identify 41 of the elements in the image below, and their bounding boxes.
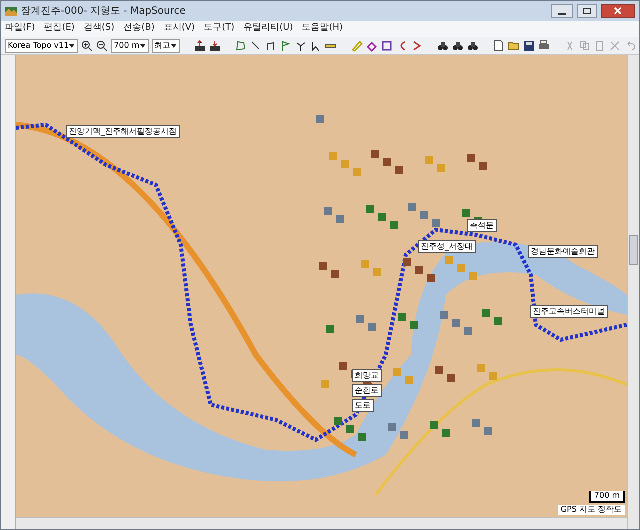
gps-accuracy-label: GPS 지도 정확도 <box>558 505 625 515</box>
new-file-icon[interactable] <box>492 38 505 53</box>
zoom-scale-dropdown[interactable]: 700 m <box>111 38 149 52</box>
minimize-icon <box>558 13 566 15</box>
menu-item[interactable]: 전송(B) <box>124 22 155 36</box>
waypoint-label[interactable]: 도로 <box>352 399 374 412</box>
waypoint-label[interactable]: 진주고속버스터미널 <box>530 305 608 318</box>
horizontal-scrollbar[interactable] <box>16 517 627 529</box>
detail-dropdown[interactable]: 최고 <box>152 38 180 52</box>
save-icon[interactable] <box>522 38 535 53</box>
waypoint-label[interactable]: 경남문화예술회관 <box>528 245 598 258</box>
window-title: 장계진주-000- 지형도 - MapSource <box>21 4 186 18</box>
waypoint-label[interactable]: 촉석문 <box>467 219 497 232</box>
menu-item[interactable]: 파일(F) <box>5 22 36 36</box>
close-icon <box>614 7 622 15</box>
menu-item[interactable]: 유틸리티(U) <box>244 22 294 36</box>
waypoint-label[interactable]: 진주성_서장대 <box>418 240 476 253</box>
minimize-button[interactable] <box>551 4 573 18</box>
map-view[interactable]: 진양기맥_진주해서필정공시점 촉석문 진주성_서장대 경남문화예술회관 진주고속버스터미널 희망교 순환로 도로 700 m GPS 지도 정확도 <box>16 55 627 517</box>
upload-icon[interactable] <box>194 38 206 53</box>
map-product-dropdown[interactable]: Korea Topo v11 <box>5 38 78 52</box>
maximize-button[interactable] <box>577 4 597 18</box>
close-button[interactable] <box>601 4 635 18</box>
menu-item[interactable]: 도움말(H) <box>302 22 344 36</box>
menu-item[interactable]: 도구(T) <box>204 22 235 36</box>
download-icon[interactable] <box>208 38 221 53</box>
map-app-icon <box>5 5 17 17</box>
menu-item[interactable]: 편집(E) <box>44 22 75 36</box>
waypoint-label[interactable]: 순환로 <box>352 384 382 397</box>
caret-icon <box>140 44 146 48</box>
zoom-out-icon[interactable] <box>96 38 108 53</box>
menu-item[interactable]: 표시(V) <box>164 22 196 36</box>
menu-item[interactable]: 검색(S) <box>84 22 115 36</box>
scale-bar: 700 m <box>589 491 625 503</box>
caret-icon <box>170 44 177 48</box>
waypoint-label[interactable]: 희망교 <box>352 369 382 382</box>
zoom-in-icon[interactable] <box>81 38 94 53</box>
caret-icon <box>69 44 76 48</box>
waypoint-label[interactable]: 진양기맥_진주해서필정공시점 <box>66 125 180 138</box>
vertical-scrollbar[interactable] <box>627 55 639 529</box>
scroll-thumb[interactable] <box>629 235 638 265</box>
